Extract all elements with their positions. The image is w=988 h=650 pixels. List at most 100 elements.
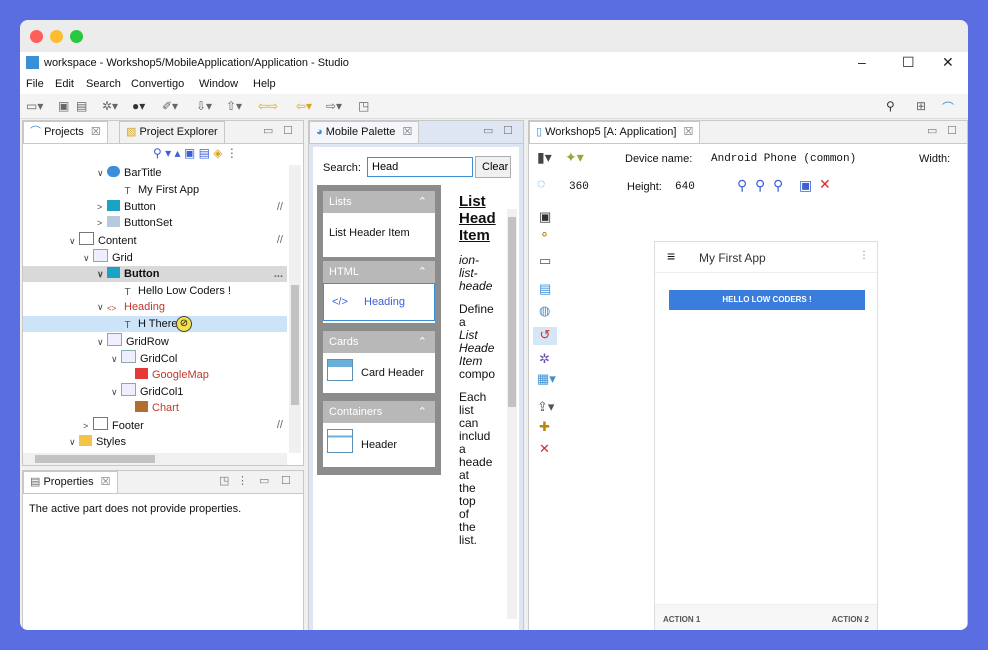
debug-icon[interactable]: ✲ [539,351,550,367]
globe-icon[interactable]: ◍ [539,303,550,319]
tool-icon[interactable]: ✐▾ [162,99,178,113]
pin-editor-icon[interactable]: ◳ [358,99,369,113]
action2-button[interactable]: ACTION 2 [832,615,869,624]
maximize-view-icon[interactable]: ☐ [503,124,513,137]
close-icon[interactable]: ☒ [91,126,101,138]
tree-item[interactable]: ∨ Button... [23,265,287,282]
tab-mobile-palette[interactable]: ◕ Mobile Palette ☒ [309,121,420,143]
close-red-icon[interactable]: ✕ [819,176,831,193]
save-all-icon[interactable]: ▤ [76,99,87,113]
minimize-button[interactable]: – [858,54,866,70]
annotation-icon[interactable]: ⇩▾ [196,99,212,113]
zoom-traffic-light[interactable] [70,30,83,43]
palette-group-header[interactable]: HTML ⌃ [323,261,435,283]
open-perspective-icon[interactable]: ⊞ [916,99,926,113]
pin-icon[interactable]: ◳ [219,474,229,487]
minimize-traffic-light[interactable] [50,30,63,43]
save-icon[interactable]: ▣ [58,99,69,113]
maximize-view-icon[interactable]: ☐ [283,124,293,137]
tree-item[interactable]: ∨ GridCol [23,349,287,367]
tree-item[interactable]: ∨ <> Heading [23,299,287,315]
tree-item[interactable]: ∨ Content // [23,232,287,248]
zoom-reset-icon[interactable]: ⚲ [773,177,783,194]
tree-item[interactable]: T H There ⊘ [23,316,287,333]
android-icon[interactable]: ✦▾ [565,149,584,166]
menu-icon[interactable]: ≡ [667,248,675,264]
palette-search-input[interactable] [367,157,473,177]
next-annotation-icon[interactable]: ⇧▾ [226,99,242,113]
tree-item[interactable]: Chart [23,400,287,416]
source-icon[interactable]: ▣ [539,209,551,225]
chevron-down-icon[interactable]: ∨ [69,434,79,450]
menu-search[interactable]: Search [86,78,121,90]
width-value[interactable]: 360 [569,181,589,193]
tree-item[interactable]: > Button // [23,199,287,215]
more-icon[interactable]: ⋮ [859,250,869,261]
zoom-out-icon[interactable]: ⚲ [755,177,765,194]
menu-file[interactable]: File [26,78,44,90]
tree-item[interactable]: T My First App [23,182,287,198]
chevron-down-icon[interactable]: ∨ [69,233,79,249]
scroll-thumb[interactable] [291,285,299,405]
tree-item[interactable]: ∨ Styles [23,434,287,450]
add-icon[interactable]: ✚ [539,419,550,435]
tree-item[interactable]: > Footer // [23,417,287,433]
chevron-down-icon[interactable]: ∨ [111,384,121,400]
collapse-up-icon[interactable]: ▴ [175,146,181,160]
tree-item[interactable]: ∨ Grid [23,249,287,265]
chevron-right-icon[interactable]: > [97,215,107,231]
minimize-view-icon[interactable]: ▭ [927,124,937,137]
menu-edit[interactable]: Edit [55,78,74,90]
height-value[interactable]: 640 [675,181,695,193]
clear-button[interactable]: Clear [475,156,511,178]
tab-workshop5-application[interactable]: ▯ Workshop5 [A: Application] ☒ [529,121,701,143]
debug-icon[interactable]: ✲▾ [102,99,118,113]
palette-group-header[interactable]: Containers ⌃ [323,401,435,423]
link-icon[interactable]: ⚬ [539,227,550,243]
tree-item[interactable]: ∨ BarTitle [23,165,287,181]
build-icon[interactable]: ▦▾ [537,371,556,387]
forward-icon[interactable]: ⇨▾ [326,99,342,113]
close-icon[interactable]: ☒ [683,126,693,138]
tree-item[interactable]: GoogleMap [23,367,287,383]
menu-convertigo[interactable]: Convertigo [131,78,184,90]
palette-item-heading[interactable]: </> Heading [323,283,435,321]
palette-item-card-header[interactable]: Card Header [327,357,433,389]
chevron-down-icon[interactable]: ∨ [83,250,93,266]
action1-button[interactable]: ACTION 1 [663,615,700,624]
menu-help[interactable]: Help [253,78,276,90]
zoom-in-icon[interactable]: ⚲ [737,177,747,194]
maximize-view-icon[interactable]: ☐ [281,474,291,487]
minimize-view-icon[interactable]: ▭ [263,124,273,137]
chevron-down-icon[interactable]: ∨ [97,299,107,315]
chevron-right-icon[interactable]: > [97,199,107,215]
tree-item[interactable]: T Hello Low Coders ! [23,283,287,299]
tree-item[interactable]: ∨ GridRow [23,333,287,349]
chevron-down-icon[interactable]: ∨ [97,266,107,282]
browser-icon[interactable]: ▤ [539,281,551,297]
close-traffic-light[interactable] [30,30,43,43]
close-icon[interactable]: ☒ [403,126,413,138]
minimize-view-icon[interactable]: ▭ [259,474,269,487]
new-icon[interactable]: ▭▾ [26,99,43,113]
chevron-down-icon[interactable]: ∨ [97,165,107,181]
back-history-icon[interactable]: ⇦⇨ [258,99,278,113]
tab-projects[interactable]: ⌒ Projects ☒ [23,121,108,143]
view-menu-icon[interactable]: ⋮ [226,146,238,160]
tab-properties[interactable]: ▤ Properties ☒ [23,471,118,493]
back-icon[interactable]: ⇦▾ [296,99,312,113]
view-menu-icon[interactable]: ⋮ [237,474,248,487]
close-icon[interactable]: ☒ [101,476,111,488]
chevron-down-icon[interactable]: ∨ [111,351,121,367]
dimension-icon[interactable]: ▭ [539,253,551,269]
db-icon[interactable]: ▤ [199,146,210,160]
tree-hscrollbar[interactable] [23,453,287,465]
save-icon[interactable]: ▣ [799,177,812,194]
minimize-view-icon[interactable]: ▭ [483,124,493,137]
palette-group-header[interactable]: Cards ⌃ [323,331,435,353]
device-name-value[interactable]: Android Phone (common) [711,153,887,165]
reload-icon[interactable]: ↺ [533,327,557,345]
chevron-right-icon[interactable]: > [83,418,93,434]
hscroll-thumb[interactable] [35,455,155,463]
menu-window[interactable]: Window [199,78,238,90]
